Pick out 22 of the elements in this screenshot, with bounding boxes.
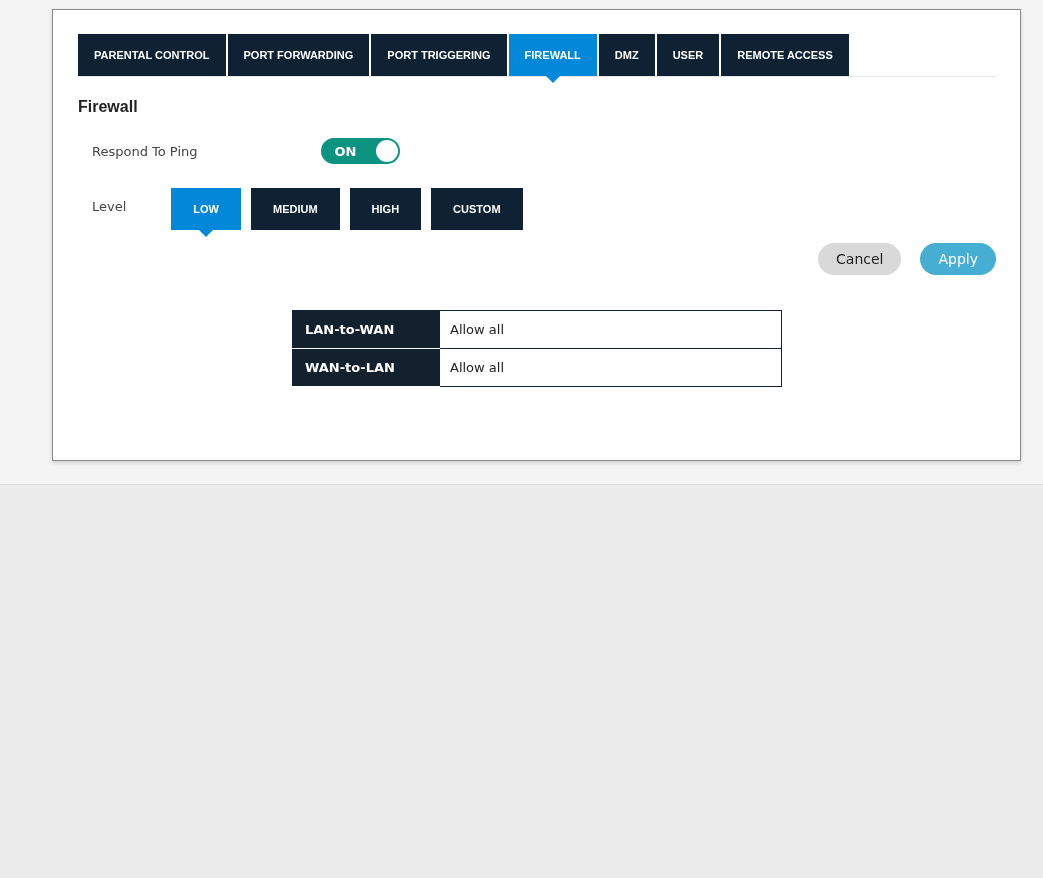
tab[interactable]: REMOTE ACCESS [721,34,849,76]
level-option[interactable]: LOW [171,188,241,230]
tab[interactable]: PORT FORWARDING [227,34,370,76]
table-header-cell: LAN-to-WAN [292,310,440,349]
level-option[interactable]: CUSTOM [431,188,523,230]
cancel-button[interactable]: Cancel [818,243,902,275]
table-header-cell: WAN-to-LAN [292,348,440,387]
table-cell: Allow all [440,310,782,349]
setting-label: Respond To Ping [92,143,198,159]
tab[interactable]: PARENTAL CONTROL [78,34,226,76]
level-option[interactable]: MEDIUM [251,188,340,230]
table-cell: Allow all [440,348,782,387]
tab[interactable]: DMZ [598,34,655,76]
pointer-icon [199,230,214,237]
pointer-icon [545,76,560,83]
section-title: Firewall [78,98,139,116]
tab[interactable]: USER [656,34,720,76]
tab[interactable]: FIREWALL [508,34,597,76]
level-option[interactable]: HIGH [349,188,422,230]
tab[interactable]: PORT TRIGGERING [371,34,507,76]
setting-label: Level [92,199,127,214]
toggle-switch[interactable]: ON [320,138,400,164]
